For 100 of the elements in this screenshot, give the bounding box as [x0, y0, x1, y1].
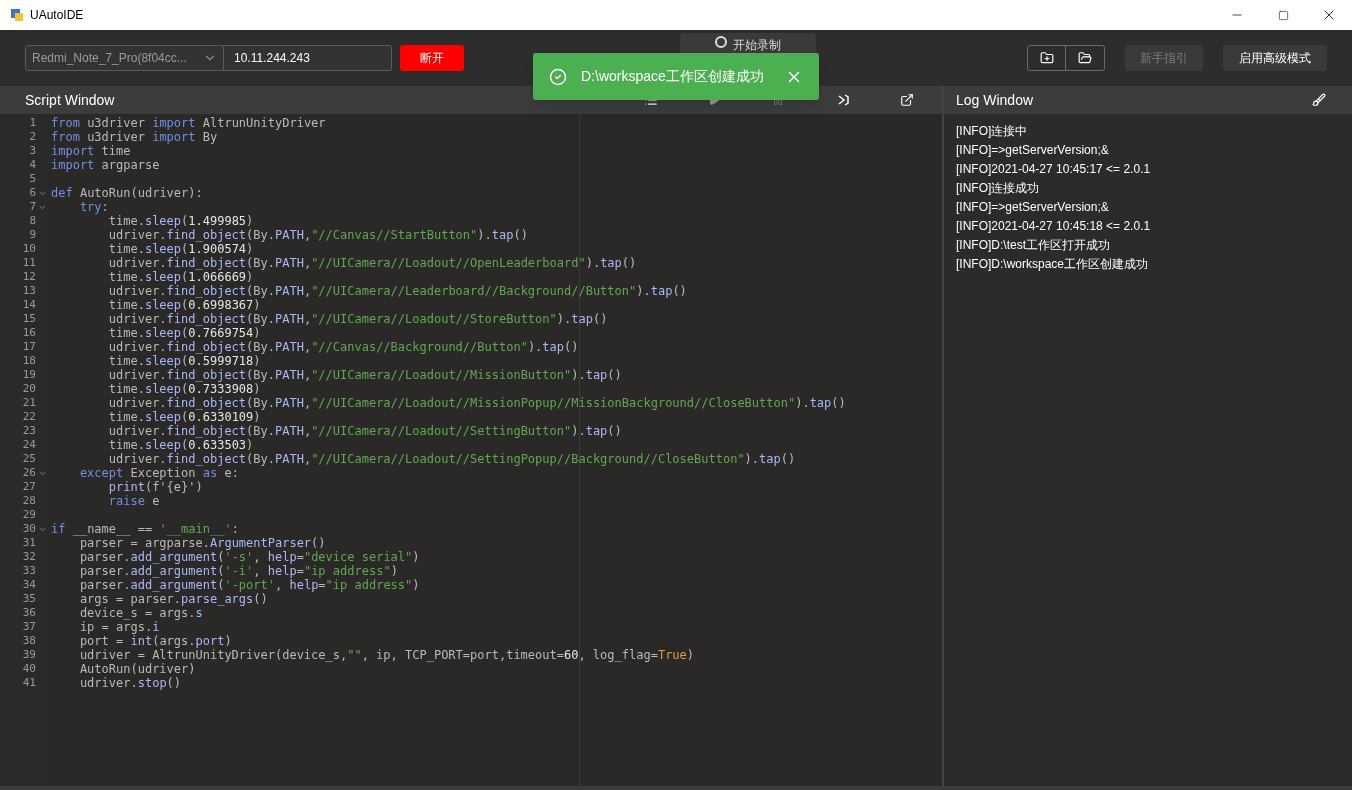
line-number: 33	[21, 564, 36, 578]
code-line: import time	[51, 144, 131, 158]
code-line: udriver.find_object(By.PATH,"//UICamera//Leaderboard//Background//Button").tap()	[107, 284, 687, 298]
line-number: 29	[21, 508, 36, 522]
log-line: [INFO]2021-04-27 10:45:17 <= 2.0.1	[956, 161, 1151, 178]
maximize-icon	[1277, 9, 1289, 21]
line-number: 22	[21, 410, 36, 424]
line-number: 7	[28, 200, 36, 214]
code-line: time.sleep(0.7669754)	[107, 326, 261, 340]
app-icon	[10, 8, 24, 22]
code-line: print(f'{e}')	[107, 480, 203, 494]
line-number: 34	[21, 578, 36, 592]
code-line: args = parser.parse_args()	[78, 592, 268, 606]
code-line: udriver.find_object(By.PATH,"//UICamera//Loadout//StoreButton").tap()	[107, 312, 608, 326]
line-number: 16	[21, 326, 36, 340]
toast-message: D:\workspace工作区创建成功	[581, 67, 764, 86]
code-line: import argparse	[51, 158, 160, 172]
line-number: 1	[28, 116, 36, 130]
line-number: 3	[28, 144, 36, 158]
check-icon	[549, 67, 567, 86]
window-title: UAutoIDE	[30, 7, 84, 24]
line-number: 2	[28, 130, 36, 144]
log-line: [INFO]=>getServerVersion;&	[956, 142, 1109, 159]
code-line: parser.add_argument('-port', help="ip address")	[78, 578, 420, 592]
code-line: from u3driver import By	[51, 130, 218, 144]
line-number: 41	[21, 676, 36, 690]
line-number: 14	[21, 298, 36, 312]
code-line: raise e	[107, 494, 160, 508]
line-number: 24	[21, 438, 36, 452]
log-line: [INFO]连接成功	[956, 180, 1040, 197]
log-line: [INFO]连接中	[956, 123, 1028, 140]
code-line: time.sleep(1.900574)	[107, 242, 254, 256]
line-number: 12	[21, 270, 36, 284]
log-line: [INFO]2021-04-27 10:45:18 <= 2.0.1	[956, 218, 1151, 235]
panel-title: Script Window	[25, 90, 115, 110]
code-line: udriver.find_object(By.PATH,"//UICamera//Loadout//MissionButton").tap()	[107, 368, 622, 382]
code-line: def AutoRun(udriver):	[51, 186, 203, 200]
line-number: 31	[21, 536, 36, 550]
record-icon	[715, 36, 727, 48]
code-line: udriver.find_object(By.PATH,"//UICamera//Loadout//SettingButton").tap()	[107, 424, 622, 438]
line-number: 11	[21, 256, 36, 270]
code-line: time.sleep(0.5999718)	[107, 354, 261, 368]
code-line: time.sleep(1.499985)	[107, 214, 254, 228]
line-number: 10	[21, 242, 36, 256]
line-number: 40	[21, 662, 36, 676]
line-number: 6	[28, 186, 36, 200]
code-line: time.sleep(1.066669)	[107, 270, 254, 284]
line-number: 25	[21, 452, 36, 466]
code-line: udriver.find_object(By.PATH,"//UICamera//Loadout//SettingPopup//Background//CloseButton").tap()	[107, 452, 796, 466]
code-line: udriver = AltrunUnityDriver(device_s,"", ip, TCP_PORT=port,timeout=60, log_flag=True)	[78, 648, 695, 662]
code-line: time.sleep(0.6998367)	[107, 298, 261, 312]
code-line: time.sleep(0.6330109)	[107, 410, 261, 424]
code-line: device_s = args.s	[78, 606, 203, 620]
line-number: 37	[21, 620, 36, 634]
advanced-mode-button[interactable]: 启用高级模式	[1223, 45, 1327, 71]
line-number: 9	[28, 228, 36, 242]
line-number: 19	[21, 368, 36, 382]
panel-title: Log Window	[956, 90, 1034, 110]
line-number: 26	[21, 466, 36, 480]
line-number: 28	[21, 494, 36, 508]
code-line: if __name__ == '__main__':	[51, 522, 239, 536]
code-line: port = int(args.port)	[78, 634, 232, 648]
ip-field[interactable]: 10.11.244.243	[224, 45, 392, 71]
code-line: AutoRun(udriver)	[78, 662, 196, 676]
device-select[interactable]: Redmi_Note_7_Pro(8f04cc...	[25, 45, 224, 71]
folder-icon	[1078, 51, 1092, 65]
line-number: 30	[21, 522, 36, 536]
folder-plus-icon	[1039, 51, 1054, 65]
line-number: 35	[21, 592, 36, 606]
code-line: except Exception as e:	[78, 466, 239, 480]
code-line: parser.add_argument('-i', help="ip address")	[78, 564, 398, 578]
code-line: udriver.stop()	[78, 676, 182, 690]
line-number: 23	[21, 424, 36, 438]
line-number: 39	[21, 648, 36, 662]
code-line: ip = args.i	[78, 620, 160, 634]
code-line: udriver.find_object(By.PATH,"//Canvas//Background//Button").tap()	[107, 340, 579, 354]
log-line: [INFO]D:\workspace工作区创建成功	[956, 256, 1149, 273]
line-number: 15	[21, 312, 36, 326]
code-line: parser.add_argument('-s', help="device serial")	[78, 550, 420, 564]
line-number: 27	[21, 480, 36, 494]
code-line: udriver.find_object(By.PATH,"//UICamera//Loadout//MissionPopup//MissionBackground//CloseButton").tap()	[107, 396, 846, 410]
code-line: time.sleep(0.633503)	[107, 438, 254, 452]
line-number: 18	[21, 354, 36, 368]
line-number: 4	[28, 158, 36, 172]
external-link-icon[interactable]	[900, 93, 914, 107]
line-number: 17	[21, 340, 36, 354]
disconnect-button[interactable]: 断开	[400, 45, 464, 71]
code-line: from u3driver import AltrunUnityDriver	[51, 116, 326, 130]
line-number: 36	[21, 606, 36, 620]
log-line: [INFO]=>getServerVersion;&	[956, 199, 1109, 216]
line-number: 20	[21, 382, 36, 396]
code-line: parser = argparse.ArgumentParser()	[78, 536, 326, 550]
code-line: try:	[78, 200, 109, 214]
line-number: 13	[21, 284, 36, 298]
code-line: udriver.find_object(By.PATH,"//Canvas//StartButton").tap()	[107, 228, 528, 242]
code-line: udriver.find_object(By.PATH,"//UICamera//Loadout//OpenLeaderboard").tap()	[107, 256, 637, 270]
code-line: time.sleep(0.7333908)	[107, 382, 261, 396]
line-number: 5	[28, 172, 36, 186]
code-icon[interactable]	[836, 93, 850, 107]
line-number: 32	[21, 550, 36, 564]
